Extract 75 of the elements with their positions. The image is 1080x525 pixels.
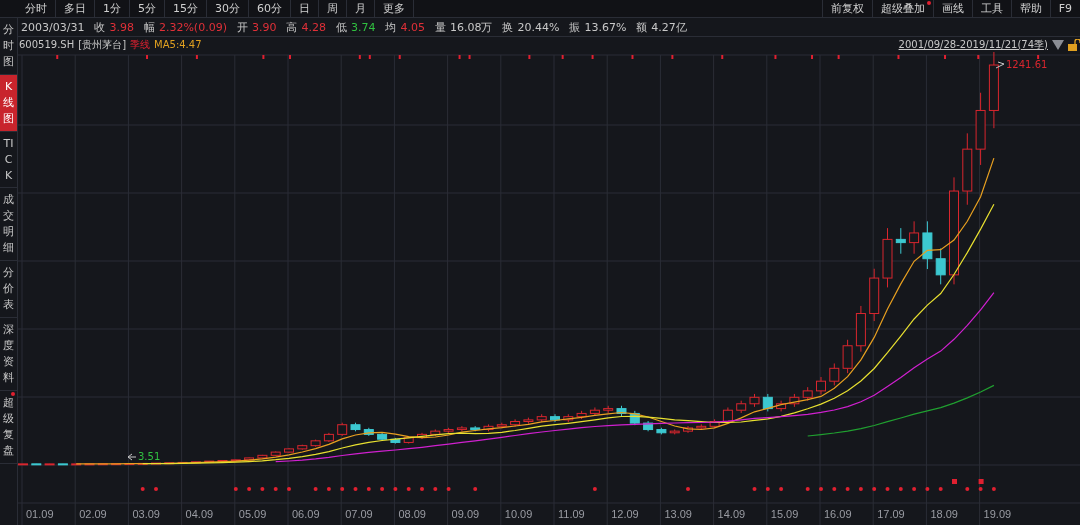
stock-name: [贵州茅台] — [78, 37, 127, 52]
quote-label: 量 — [434, 19, 446, 35]
quote-label: 低 — [335, 19, 347, 35]
quote-value: 4.28 — [301, 20, 326, 34]
quote-label: 换 — [502, 19, 514, 35]
toolbar-button[interactable]: 工具 — [971, 0, 1011, 17]
period-tab[interactable]: 日 — [291, 0, 319, 17]
side-tab[interactable]: 分价表 — [0, 261, 17, 318]
toolbar-button[interactable]: 画线 — [932, 0, 972, 17]
toolbar-button[interactable]: 帮助 — [1010, 0, 1050, 17]
toolbar-button[interactable]: F9 — [1049, 0, 1080, 17]
quote-value: 3.74 — [350, 20, 376, 34]
toolbar-button[interactable]: 前复权 — [821, 0, 872, 17]
side-tab[interactable]: 成交明细 — [0, 188, 17, 262]
axis-label: 08.09 — [398, 508, 426, 520]
quote-label: 收 — [94, 19, 106, 35]
axis-label: 18.09 — [930, 508, 958, 520]
axis-label: 05.09 — [238, 508, 267, 520]
quote-value: 3.98 — [109, 20, 134, 34]
axis-label: 15.09 — [770, 508, 799, 520]
lock-icon[interactable] — [1068, 38, 1080, 51]
period-tab[interactable]: 60分 — [249, 0, 291, 17]
axis-label: 03.09 — [132, 508, 160, 520]
axis-label: 11.09 — [558, 508, 585, 520]
period-tab[interactable]: 分时 — [17, 0, 56, 17]
quote-value: 3.90 — [251, 20, 277, 34]
axis-label: 06.09 — [292, 508, 320, 520]
axis-label: 01.09 — [26, 508, 54, 520]
side-tab[interactable]: K线图 — [0, 74, 17, 132]
period-tab[interactable]: 周 — [319, 0, 347, 17]
quote-label: 额 — [636, 19, 648, 35]
min-price-label: 3.51 — [138, 451, 161, 462]
axis-label: 14.09 — [717, 508, 746, 520]
axis-label: 04.09 — [185, 508, 214, 520]
axis-label: 16.09 — [824, 508, 852, 520]
side-tab[interactable]: 分时图 — [0, 18, 17, 75]
axis-label: 10.09 — [504, 508, 533, 520]
period-tab[interactable]: 5分 — [130, 0, 165, 17]
quote-value: 13.67% — [584, 20, 627, 34]
period-tab[interactable]: 更多 — [375, 0, 414, 17]
stock-code: 600519.SH — [19, 39, 75, 50]
axis-label: 09.09 — [451, 508, 480, 520]
quote-value: 4.05 — [400, 20, 425, 34]
period-tab[interactable]: 1分 — [95, 0, 130, 17]
ma-value: MA5:4.47 — [154, 39, 202, 50]
quote-label: 均 — [385, 19, 397, 35]
side-tab[interactable]: 深度资料 — [0, 318, 17, 391]
period-tab[interactable]: 15分 — [165, 0, 207, 17]
quote-value: 16.08万 — [449, 19, 493, 35]
axis-label: 12.09 — [611, 508, 639, 520]
quote-label: 振 — [569, 19, 581, 35]
dropdown-triangle-icon[interactable] — [1052, 39, 1064, 50]
quote-label: 幅 — [143, 19, 155, 35]
axis-label: 17.09 — [877, 508, 905, 520]
date-range-link[interactable]: 2001/09/28-2019/11/21(74季) — [898, 37, 1048, 52]
axis-label: 02.09 — [79, 508, 107, 520]
period-tab[interactable]: 30分 — [207, 0, 249, 17]
side-tab[interactable]: 超级复盘 — [0, 390, 17, 464]
period-label: 季线 — [130, 37, 151, 52]
max-price-label: 1241.61 — [1006, 59, 1048, 70]
period-tab[interactable]: 月 — [347, 0, 375, 17]
quote-value: 4.27亿 — [651, 19, 687, 35]
quote-date: 2003/03/31 — [21, 20, 85, 34]
leader-line — [995, 61, 1005, 69]
quote-label: 开 — [236, 19, 248, 35]
quote-label: 高 — [286, 19, 298, 35]
arrow-icon — [127, 453, 137, 461]
axis-label: 07.09 — [345, 508, 373, 520]
quote-value: 20.44% — [517, 20, 560, 34]
toolbar-button[interactable]: 超级叠加 — [871, 0, 933, 17]
quote-value: 2.32%(0.09) — [158, 20, 227, 34]
axis-label: 19.09 — [983, 508, 1012, 520]
axis-label: 13.09 — [664, 508, 692, 520]
period-tab[interactable]: 多日 — [56, 0, 95, 17]
side-tab[interactable]: TICK — [0, 131, 17, 189]
